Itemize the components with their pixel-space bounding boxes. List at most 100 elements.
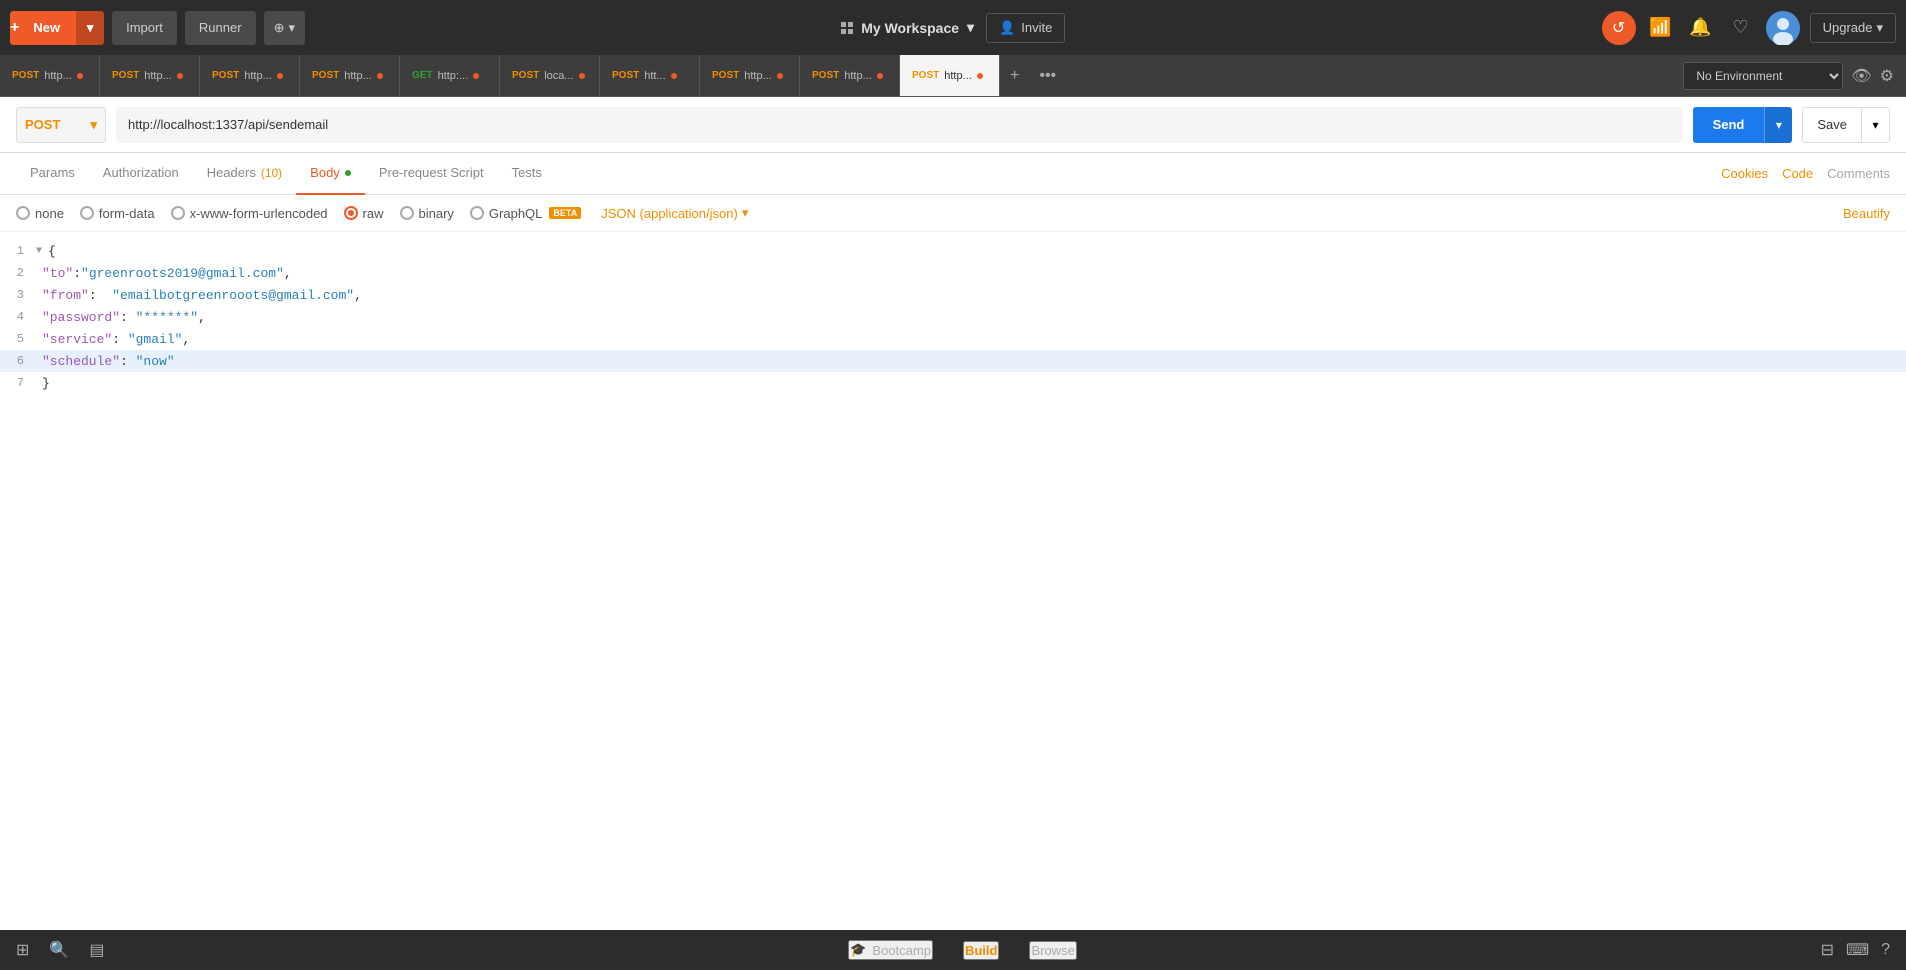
format-form-data[interactable]: form-data	[80, 206, 155, 221]
plus-button[interactable]: ⊕ ▾	[264, 11, 305, 45]
plus-arrow: ▾	[288, 20, 295, 36]
beautify-button[interactable]: Beautify	[1843, 206, 1890, 221]
line-num-1: 1	[0, 244, 36, 258]
import-button[interactable]: Import	[112, 11, 177, 45]
bootcamp-button[interactable]: 🎓 Bootcamp	[848, 940, 933, 960]
tab-6[interactable]: POST htt...	[600, 55, 700, 96]
url-input[interactable]	[116, 107, 1683, 143]
search-icon[interactable]: 🔍	[49, 940, 69, 960]
tab-5[interactable]: POST loca...	[500, 55, 600, 96]
request-tabs: Params Authorization Headers (10) Body P…	[0, 153, 1906, 195]
invite-label: Invite	[1021, 20, 1052, 35]
browse-button[interactable]: Browse	[1029, 941, 1076, 960]
none-radio	[16, 206, 30, 220]
line-num-3: 3	[0, 288, 36, 302]
tab-params-label: Params	[30, 165, 75, 180]
tab-0-dot	[77, 73, 83, 79]
new-button[interactable]: + New ▾	[10, 11, 104, 45]
avatar[interactable]	[1766, 11, 1800, 45]
new-dropdown-arrow[interactable]: ▾	[76, 11, 104, 45]
line-num-7: 7	[0, 376, 36, 390]
json-select-button[interactable]: JSON (application/json) ▾	[601, 205, 748, 221]
tab-params[interactable]: Params	[16, 153, 89, 195]
bottom-center: 🎓 Bootcamp Build Browse	[124, 940, 1800, 960]
tab-4-url: http:...	[438, 70, 469, 82]
navbar-center: My Workspace ▾ 👤 Invite	[313, 13, 1594, 43]
invite-button[interactable]: 👤 Invite	[986, 13, 1065, 43]
workspace-icon	[841, 22, 853, 34]
build-button[interactable]: Build	[963, 941, 1000, 960]
tab-headers[interactable]: Headers (10)	[193, 153, 296, 195]
format-urlencoded[interactable]: x-www-form-urlencoded	[171, 206, 328, 221]
send-button[interactable]: Send	[1693, 107, 1765, 143]
json-dropdown-arrow: ▾	[742, 205, 749, 221]
sync-icon: ↺	[1612, 18, 1625, 38]
format-graphql[interactable]: GraphQL BETA	[470, 206, 581, 221]
line-num-4: 4	[0, 310, 36, 324]
tab-0-url: http...	[44, 70, 72, 82]
tab-prerequest[interactable]: Pre-request Script	[365, 153, 498, 195]
method-select[interactable]: POST ▾	[16, 107, 106, 143]
upgrade-button[interactable]: Upgrade ▾	[1810, 13, 1896, 43]
upgrade-arrow: ▾	[1876, 20, 1883, 36]
format-binary[interactable]: binary	[400, 206, 454, 221]
code-link[interactable]: Code	[1782, 166, 1813, 181]
save-button[interactable]: Save	[1802, 107, 1862, 143]
format-none[interactable]: none	[16, 206, 64, 221]
shortcuts-icon[interactable]: ⌨	[1846, 940, 1869, 960]
tab-tests[interactable]: Tests	[498, 153, 556, 195]
eye-icon[interactable]: 👁	[1851, 66, 1871, 86]
workspace-button[interactable]: My Workspace ▾	[841, 19, 974, 36]
bell-icon[interactable]: 🔔	[1686, 17, 1716, 38]
runner-button[interactable]: Runner	[185, 11, 256, 45]
tab-body-label: Body	[310, 165, 340, 180]
tab-7-method: POST	[712, 70, 739, 81]
tab-3[interactable]: POST http...	[300, 55, 400, 96]
line-content-7: }	[42, 376, 50, 391]
line-num-5: 5	[0, 332, 36, 346]
new-label: New	[25, 20, 70, 35]
add-tab-button[interactable]: +	[1000, 55, 1029, 96]
tab-prerequest-label: Pre-request Script	[379, 165, 484, 180]
console-icon[interactable]: ▤	[89, 940, 104, 960]
code-line-6: 6 "schedule": "now"	[0, 350, 1906, 372]
sync-button[interactable]: ↺	[1602, 11, 1636, 45]
bootcamp-label: Bootcamp	[872, 943, 931, 958]
format-raw[interactable]: raw	[344, 206, 384, 221]
tab-4-dot	[473, 73, 479, 79]
method-arrow: ▾	[90, 117, 97, 133]
tab-authorization-label: Authorization	[103, 165, 179, 180]
environment-select[interactable]: No Environment	[1683, 62, 1843, 90]
code-line-7: 7 }	[0, 372, 1906, 394]
save-dropdown-button[interactable]: ▾	[1862, 107, 1890, 143]
help-icon[interactable]: ?	[1881, 941, 1890, 959]
tab-1[interactable]: POST http...	[100, 55, 200, 96]
tab-2[interactable]: POST http...	[200, 55, 300, 96]
split-view-icon[interactable]: ⊟	[1821, 940, 1834, 960]
more-tabs-button[interactable]: •••	[1029, 55, 1066, 96]
signal-icon[interactable]: 📶	[1646, 17, 1676, 38]
tab-1-url: http...	[144, 70, 172, 82]
tabs-right: No Environment 👁 ⚙	[1671, 55, 1906, 96]
settings-icon[interactable]: ⚙	[1880, 66, 1894, 86]
tab-7[interactable]: POST http...	[700, 55, 800, 96]
tab-9[interactable]: POST http...	[900, 55, 1000, 96]
tab-tests-label: Tests	[512, 165, 542, 180]
grid-icon[interactable]: ⊞	[16, 940, 29, 960]
tab-0[interactable]: POST http...	[0, 55, 100, 96]
tab-8-method: POST	[812, 70, 839, 81]
body-active-dot	[345, 170, 351, 176]
tab-4[interactable]: GET http:...	[400, 55, 500, 96]
comments-link[interactable]: Comments	[1827, 166, 1890, 181]
tab-8[interactable]: POST http...	[800, 55, 900, 96]
send-button-group: Send ▾	[1693, 107, 1793, 143]
tab-5-method: POST	[512, 70, 539, 81]
code-editor[interactable]: 1 ▼ { 2 "to":"greenroots2019@gmail.com",…	[0, 232, 1906, 930]
tab-authorization[interactable]: Authorization	[89, 153, 193, 195]
heart-icon[interactable]: ♡	[1726, 17, 1756, 38]
cookies-link[interactable]: Cookies	[1721, 166, 1768, 181]
send-dropdown-button[interactable]: ▾	[1764, 107, 1792, 143]
headers-badge: (10)	[261, 166, 282, 180]
tab-body[interactable]: Body	[296, 153, 365, 195]
line-arrow-1: ▼	[36, 246, 42, 257]
